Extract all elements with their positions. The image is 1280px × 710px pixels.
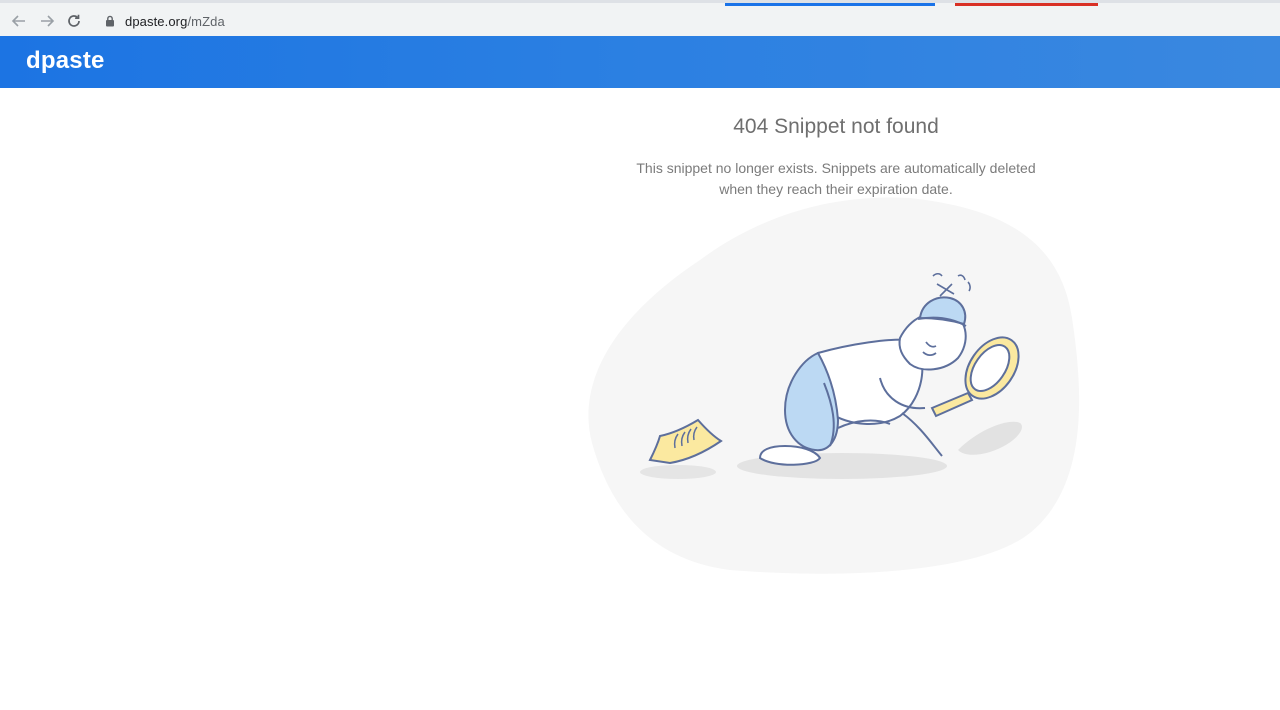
browser-toolbar: dpaste.org/mZda [0,0,1280,36]
site-header: dpaste [0,36,1280,88]
tab-indicator-red [955,3,1098,6]
error-title: 404 Snippet not found [733,115,939,138]
tab-indicator-blue [725,3,935,6]
not-found-illustration [588,197,1080,574]
reload-icon[interactable] [64,11,84,31]
url-path: /mZda [187,13,225,29]
address-bar[interactable]: dpaste.org/mZda [95,9,1275,33]
forward-arrow-icon[interactable] [37,11,57,31]
url-domain: dpaste.org [125,13,188,29]
paper-shadow [640,465,716,479]
lock-icon[interactable] [104,14,116,28]
site-logo[interactable]: dpaste [26,47,105,75]
back-arrow-icon[interactable] [9,11,29,31]
url-text[interactable]: dpaste.org/mZda [125,14,225,29]
main-content: 404 Snippet not found This snippet no lo… [0,88,1280,710]
